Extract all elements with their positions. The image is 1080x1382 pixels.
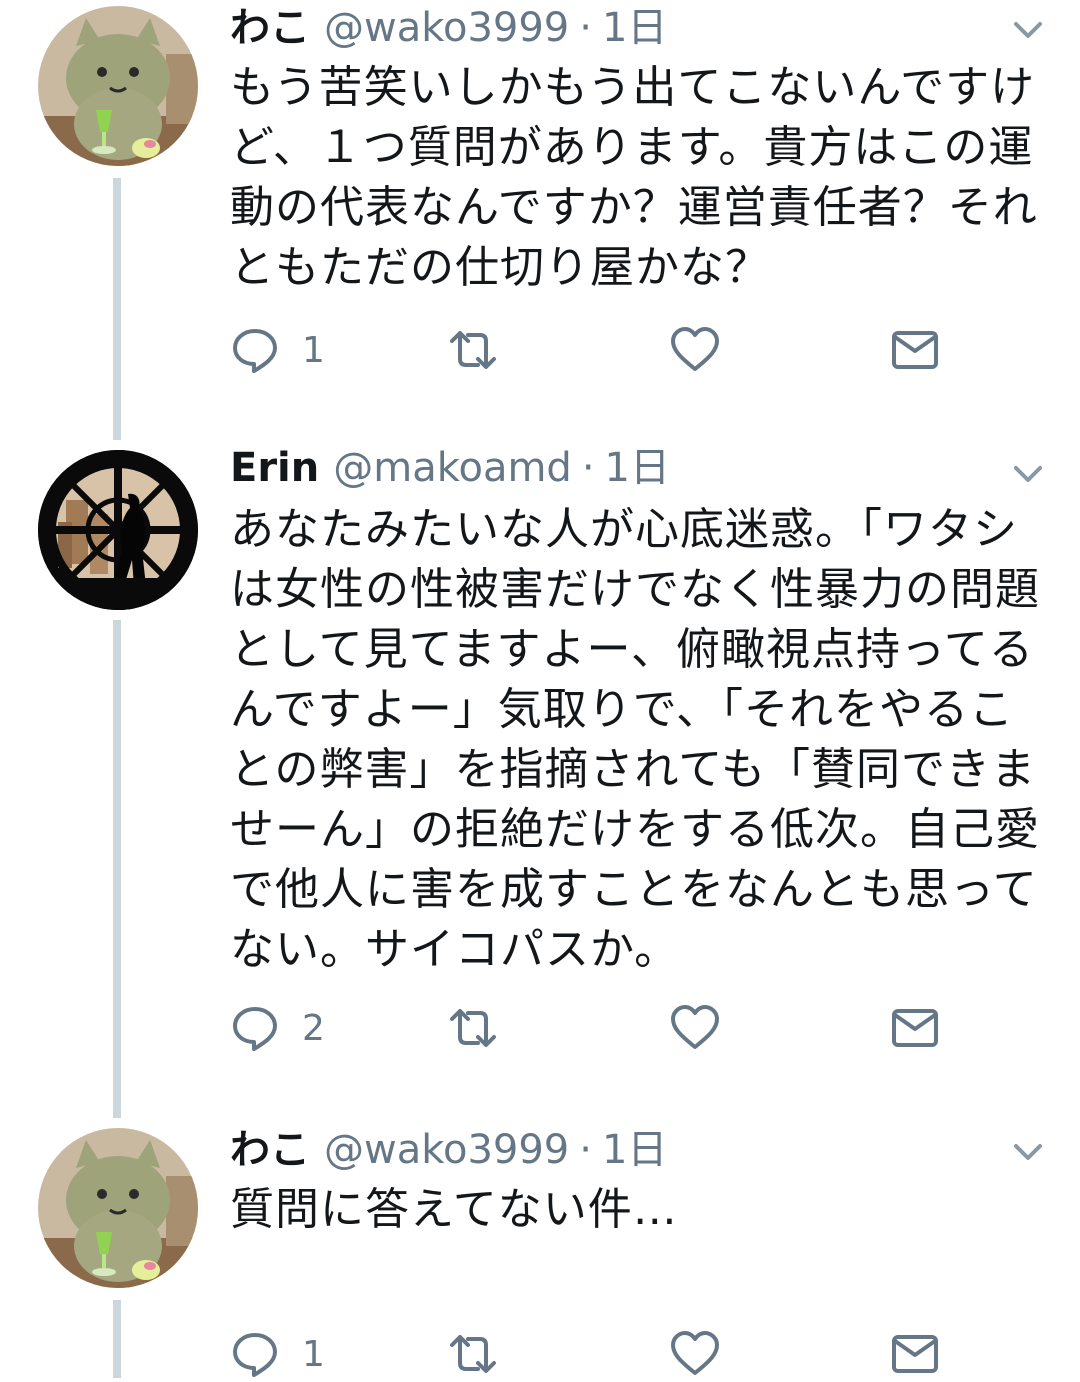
user-handle[interactable]: @makoamd [333,440,572,496]
retweet-icon [450,1335,496,1373]
direct-message-button[interactable] [890,1326,940,1382]
heart-icon [671,1005,719,1049]
tweet-text: 質問に答えてない件… [230,1184,678,1235]
reply-icon [233,1333,277,1377]
separator-dot: · [579,5,592,51]
retweet-icon [450,331,496,369]
reply-button[interactable]: 1 [230,1326,325,1382]
avatar[interactable] [38,6,198,166]
chevron-down-icon[interactable] [1008,1132,1048,1172]
tweet-header: わこ @wako3999 · 1日 [230,0,667,56]
timestamp[interactable]: 1日 [602,1122,667,1178]
reply-count: 1 [302,1333,325,1375]
heart-icon [671,1331,719,1375]
cat-avatar-icon [38,1128,198,1288]
retweet-button[interactable] [448,1000,498,1056]
retweet-button[interactable] [448,1326,498,1382]
avatar[interactable] [38,450,198,610]
heart-icon [671,327,719,371]
separator-dot: · [579,1127,592,1173]
reply-icon [233,1007,277,1051]
chevron-down-icon[interactable] [1008,454,1048,494]
tweet-header: わこ @wako3999 · 1日 [230,1122,667,1178]
envelope-icon [892,331,938,369]
reply-count: 2 [302,1007,325,1049]
tweet-text: あなたみたいな人が心底迷惑。「ワタシは女性の性被害だけでなく性暴力の問題として見… [230,504,1040,975]
envelope-icon [892,1335,938,1373]
retweet-button[interactable] [448,322,498,378]
timestamp[interactable]: 1日 [605,440,670,496]
retweet-icon [450,1009,496,1047]
display-name[interactable]: わこ [230,1122,310,1178]
window-silhouette-avatar-icon [38,450,198,610]
avatar[interactable] [38,1128,198,1288]
reply-button[interactable]: 2 [230,1000,325,1056]
reply-count: 1 [302,329,325,371]
display-name[interactable]: Erin [230,440,319,496]
chevron-down-icon[interactable] [1008,10,1048,50]
user-handle[interactable]: @wako3999 [324,0,569,56]
tweet-text: もう苦笑いしかもう出てこないんですけど、１つ質問があります。貴方はこの運動の代表… [230,62,1038,293]
tweet-header: Erin @makoamd · 1日 [230,440,670,496]
tweet[interactable]: わこ @wako3999 · 1日 質問に答えてない件… 1 [0,1120,1080,1378]
like-button[interactable] [670,322,720,378]
timestamp[interactable]: 1日 [602,0,667,56]
direct-message-button[interactable] [890,1000,940,1056]
tweet[interactable]: わこ @wako3999 · 1日 もう苦笑いしかもう出てこないんですけど、１つ… [0,0,1080,420]
envelope-icon [892,1009,938,1047]
reply-icon [233,329,277,373]
separator-dot: · [581,445,595,491]
tweet[interactable]: Erin @makoamd · 1日 あなたみたいな人が心底迷惑。「ワタシは女性… [0,440,1080,1100]
display-name[interactable]: わこ [230,0,310,56]
direct-message-button[interactable] [890,322,940,378]
reply-button[interactable]: 1 [230,322,325,378]
cat-avatar-icon [38,6,198,166]
like-button[interactable] [670,1000,720,1056]
like-button[interactable] [670,1326,720,1382]
user-handle[interactable]: @wako3999 [324,1122,569,1178]
